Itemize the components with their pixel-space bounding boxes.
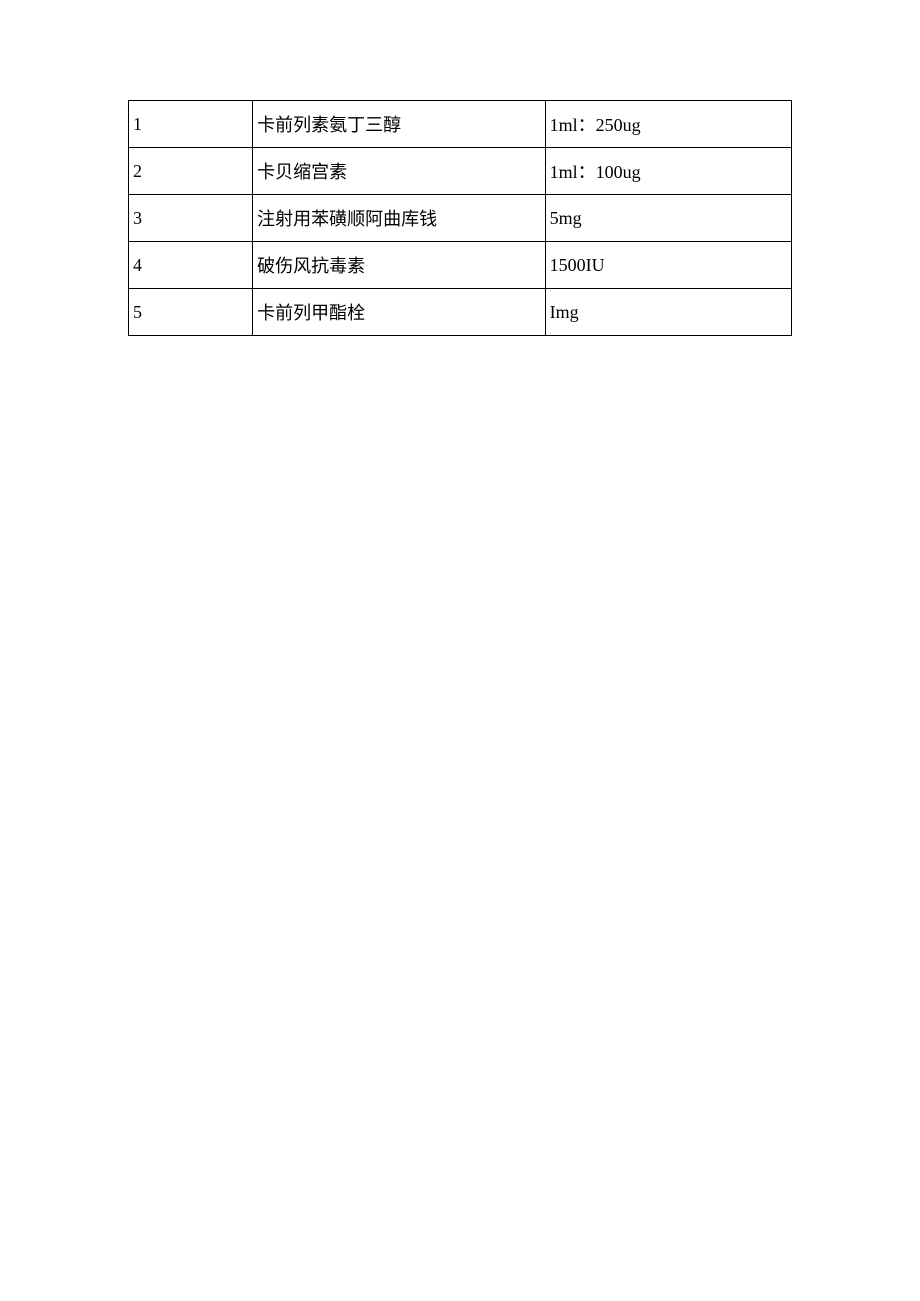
cell-spec: Img [545, 289, 791, 336]
cell-name: 卡贝缩宫素 [253, 148, 545, 195]
cell-no: 1 [129, 101, 253, 148]
cell-spec: 5mg [545, 195, 791, 242]
document-page: 1 卡前列素氨丁三醇 1ml：250ug 2 卡贝缩宫素 1ml：100ug 3… [0, 0, 920, 336]
cell-no: 2 [129, 148, 253, 195]
cell-name: 注射用苯磺顺阿曲库钱 [253, 195, 545, 242]
cell-no: 4 [129, 242, 253, 289]
cell-name: 破伤风抗毒素 [253, 242, 545, 289]
table-row: 1 卡前列素氨丁三醇 1ml：250ug [129, 101, 792, 148]
table-row: 4 破伤风抗毒素 1500IU [129, 242, 792, 289]
table-row: 3 注射用苯磺顺阿曲库钱 5mg [129, 195, 792, 242]
cell-name: 卡前列甲酯栓 [253, 289, 545, 336]
cell-name: 卡前列素氨丁三醇 [253, 101, 545, 148]
cell-spec: 1ml：100ug [545, 148, 791, 195]
drug-table: 1 卡前列素氨丁三醇 1ml：250ug 2 卡贝缩宫素 1ml：100ug 3… [128, 100, 792, 336]
cell-no: 5 [129, 289, 253, 336]
table-row: 5 卡前列甲酯栓 Img [129, 289, 792, 336]
cell-spec: 1ml：250ug [545, 101, 791, 148]
table-row: 2 卡贝缩宫素 1ml：100ug [129, 148, 792, 195]
cell-no: 3 [129, 195, 253, 242]
cell-spec: 1500IU [545, 242, 791, 289]
